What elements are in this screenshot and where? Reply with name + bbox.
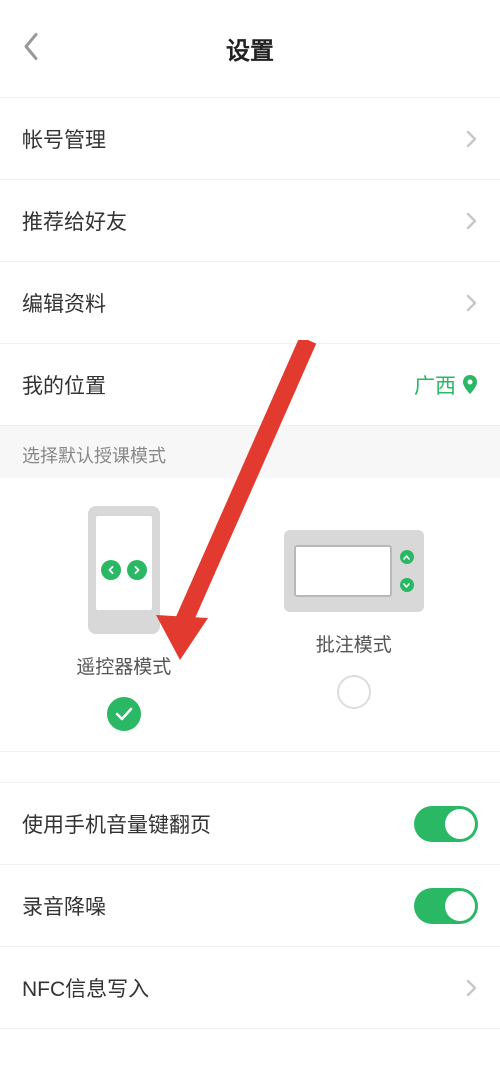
menu-label: 我的位置 — [22, 370, 106, 400]
chevron-right-icon — [465, 293, 478, 313]
section-title: 选择默认授课模式 — [22, 442, 166, 468]
menu-label: 推荐给好友 — [22, 206, 127, 236]
next-icon — [127, 560, 147, 580]
page-title: 设置 — [226, 31, 274, 66]
setting-volume-page: 使用手机音量键翻页 — [0, 783, 500, 865]
menu-label: 帐号管理 — [22, 124, 106, 154]
setting-label: 使用手机音量键翻页 — [22, 809, 211, 839]
annotate-illustration — [284, 530, 424, 612]
chevron-right-icon — [465, 978, 478, 998]
location-pin-icon — [462, 375, 478, 395]
menu-item-recommend[interactable]: 推荐给好友 — [0, 180, 500, 262]
prev-icon — [101, 560, 121, 580]
remote-illustration — [88, 506, 160, 634]
mode-option-remote[interactable]: 遥控器模式 — [76, 506, 171, 731]
settings-block: 使用手机音量键翻页 录音降噪 NFC信息写入 — [0, 782, 500, 1029]
location-text: 广西 — [414, 370, 456, 400]
radio-remote[interactable] — [107, 697, 141, 731]
mode-option-annotate[interactable]: 批注模式 — [284, 506, 424, 731]
menu-item-edit-profile[interactable]: 编辑资料 — [0, 262, 500, 344]
mode-picker: 遥控器模式 批注模式 — [0, 478, 500, 752]
chevron-right-icon — [465, 129, 478, 149]
chevron-left-icon — [22, 31, 40, 61]
menu-item-location[interactable]: 我的位置 广西 — [0, 344, 500, 426]
menu-item-account[interactable]: 帐号管理 — [0, 98, 500, 180]
check-icon — [115, 707, 133, 721]
setting-label: 录音降噪 — [22, 891, 106, 921]
header: 设置 — [0, 0, 500, 98]
setting-nfc-write[interactable]: NFC信息写入 — [0, 947, 500, 1029]
setting-noise-reduction: 录音降噪 — [0, 865, 500, 947]
chevron-right-icon — [465, 211, 478, 231]
mode-label: 批注模式 — [316, 630, 392, 657]
setting-label: NFC信息写入 — [22, 973, 149, 1003]
menu-label: 编辑资料 — [22, 288, 106, 318]
section-header: 选择默认授课模式 — [0, 426, 500, 478]
down-icon — [400, 578, 414, 592]
toggle-noise-reduction[interactable] — [414, 888, 478, 924]
up-icon — [400, 550, 414, 564]
back-button[interactable] — [22, 31, 40, 66]
mode-label: 遥控器模式 — [76, 652, 171, 679]
location-value-wrap: 广西 — [414, 370, 478, 400]
radio-annotate[interactable] — [337, 675, 371, 709]
toggle-volume-page[interactable] — [414, 806, 478, 842]
